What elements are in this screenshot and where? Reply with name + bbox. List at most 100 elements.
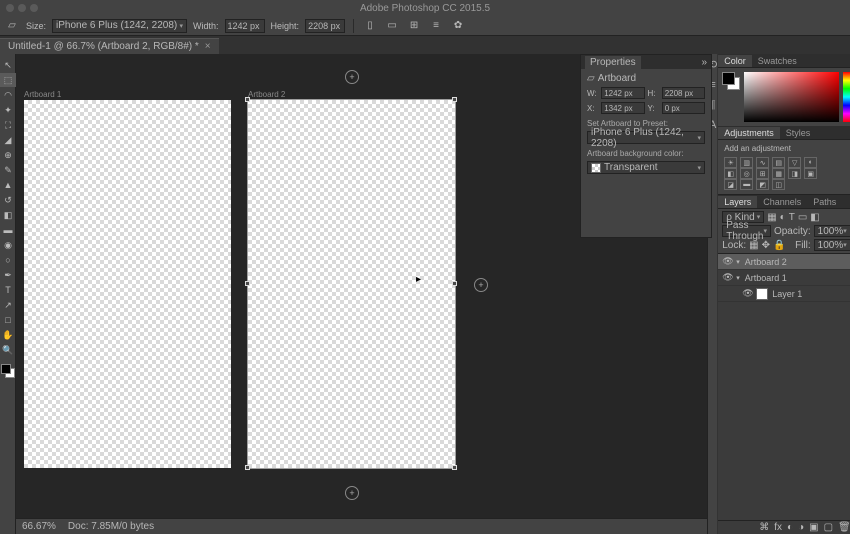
- swatches-tab[interactable]: Swatches: [752, 55, 803, 67]
- group-icon[interactable]: ▣: [809, 522, 818, 533]
- paths-tab[interactable]: Paths: [807, 196, 842, 208]
- y-input[interactable]: 0 px: [662, 102, 705, 114]
- path-select-tool[interactable]: ↗: [0, 298, 16, 312]
- dodge-tool[interactable]: ○: [0, 253, 16, 267]
- lock-pixels-icon[interactable]: ▦: [749, 240, 758, 251]
- fill-input[interactable]: 100%: [814, 239, 850, 251]
- new-layer-icon[interactable]: ▢: [824, 522, 833, 533]
- curves-adj-icon[interactable]: ∿: [756, 157, 769, 168]
- history-brush-tool[interactable]: ↺: [0, 193, 16, 207]
- artboard-handle[interactable]: [245, 281, 250, 286]
- foreground-color-swatch[interactable]: [1, 364, 11, 374]
- artboard-tool-icon[interactable]: ▱: [4, 18, 20, 34]
- chevron-down-icon[interactable]: ▾: [736, 258, 740, 266]
- gradient-map-adj-icon[interactable]: ▬: [740, 179, 753, 190]
- hand-tool[interactable]: ✋: [0, 328, 16, 342]
- chevron-down-icon[interactable]: ▾: [736, 274, 740, 282]
- move-tool[interactable]: ↖: [0, 58, 16, 72]
- hue-slider[interactable]: [843, 72, 850, 122]
- orientation-portrait-icon[interactable]: ▯: [362, 18, 378, 34]
- preset-select[interactable]: iPhone 6 Plus (1242, 2208): [587, 131, 705, 144]
- adjustments-tab[interactable]: Adjustments: [718, 127, 780, 139]
- minimize-window-button[interactable]: [18, 4, 26, 12]
- gradient-tool[interactable]: ▬: [0, 223, 16, 237]
- close-window-button[interactable]: [6, 4, 14, 12]
- filter-shape-icon[interactable]: ▭: [798, 212, 807, 223]
- invert-adj-icon[interactable]: ◨: [788, 168, 801, 179]
- hue-adj-icon[interactable]: ◐: [804, 157, 817, 168]
- healing-tool[interactable]: ⊕: [0, 148, 16, 162]
- layer-artboard2[interactable]: 👁 ▾ Artboard 2: [718, 254, 850, 270]
- size-preset-select[interactable]: iPhone 6 Plus (1242, 2208): [52, 19, 187, 33]
- photo-filter-adj-icon[interactable]: ◎: [740, 168, 753, 179]
- w-input[interactable]: 1242 px: [601, 87, 644, 99]
- eraser-tool[interactable]: ◧: [0, 208, 16, 222]
- visibility-toggle-icon[interactable]: 👁: [722, 272, 732, 283]
- artboard-handle[interactable]: [452, 281, 457, 286]
- levels-adj-icon[interactable]: ▥: [740, 157, 753, 168]
- stamp-tool[interactable]: ▲: [0, 178, 16, 192]
- filter-type-icon[interactable]: T: [789, 212, 795, 223]
- zoom-tool[interactable]: 🔍: [0, 343, 16, 357]
- vibrance-adj-icon[interactable]: ▽: [788, 157, 801, 168]
- mask-icon[interactable]: ◐: [787, 522, 793, 533]
- filter-pixel-icon[interactable]: ▦: [767, 212, 776, 223]
- lasso-tool[interactable]: ◠: [0, 88, 16, 102]
- properties-tab[interactable]: Properties: [585, 56, 641, 69]
- artboard1-label[interactable]: Artboard 1: [24, 90, 61, 99]
- document-tab[interactable]: Untitled-1 @ 66.7% (Artboard 2, RGB/8#) …: [0, 38, 219, 54]
- maximize-window-button[interactable]: [30, 4, 38, 12]
- trash-icon[interactable]: 🗑: [838, 522, 850, 533]
- adj-icon[interactable]: ◫: [772, 179, 785, 190]
- channel-mixer-adj-icon[interactable]: ⊞: [756, 168, 769, 179]
- artboard-handle[interactable]: [245, 465, 250, 470]
- crop-tool[interactable]: ⛶: [0, 118, 16, 132]
- artboard-handle[interactable]: [452, 465, 457, 470]
- posterize-adj-icon[interactable]: ▣: [804, 168, 817, 179]
- add-artboard-bottom[interactable]: +: [345, 486, 359, 500]
- zoom-level[interactable]: 66.67%: [22, 521, 56, 532]
- bw-adj-icon[interactable]: ◧: [724, 168, 737, 179]
- lock-all-icon[interactable]: 🔒: [773, 240, 785, 251]
- orientation-landscape-icon[interactable]: ▭: [384, 18, 400, 34]
- adjustment-layer-icon[interactable]: ◑: [798, 522, 804, 533]
- add-artboard-icon[interactable]: ⊞: [406, 18, 422, 34]
- artboard-handle[interactable]: [245, 97, 250, 102]
- magic-wand-tool[interactable]: ✦: [0, 103, 16, 117]
- selective-color-adj-icon[interactable]: ◩: [756, 179, 769, 190]
- blend-mode-select[interactable]: Pass Through: [722, 225, 771, 237]
- color-field[interactable]: [744, 72, 839, 122]
- channels-tab[interactable]: Channels: [757, 196, 807, 208]
- h-input[interactable]: 2208 px: [662, 87, 705, 99]
- layer-thumb[interactable]: [756, 288, 768, 300]
- brightness-adj-icon[interactable]: ☀: [724, 157, 737, 168]
- bg-select[interactable]: Transparent: [587, 161, 705, 174]
- lock-position-icon[interactable]: ✥: [762, 240, 770, 251]
- width-input[interactable]: 1242 px: [225, 19, 265, 33]
- layer-artboard1[interactable]: 👁 ▾ Artboard 1: [718, 270, 850, 286]
- x-input[interactable]: 1342 px: [601, 102, 644, 114]
- link-layers-icon[interactable]: ⌘: [759, 522, 769, 533]
- opacity-input[interactable]: 100%: [814, 225, 850, 237]
- type-tool[interactable]: T: [0, 283, 16, 297]
- visibility-toggle-icon[interactable]: 👁: [742, 288, 752, 299]
- layers-tab[interactable]: Layers: [718, 196, 757, 208]
- panel-collapse-icon[interactable]: »: [701, 57, 707, 68]
- height-input[interactable]: 2208 px: [305, 19, 345, 33]
- brush-tool[interactable]: ✎: [0, 163, 16, 177]
- artboard2-label[interactable]: Artboard 2: [248, 90, 285, 99]
- color-panel-swatch[interactable]: [722, 72, 740, 90]
- blur-tool[interactable]: ◉: [0, 238, 16, 252]
- close-tab-icon[interactable]: ×: [205, 41, 211, 52]
- add-artboard-right[interactable]: +: [474, 278, 488, 292]
- artboard-1[interactable]: [24, 100, 231, 468]
- artboard-2[interactable]: [248, 100, 455, 468]
- pen-tool[interactable]: ✒: [0, 268, 16, 282]
- color-lookup-adj-icon[interactable]: ▦: [772, 168, 785, 179]
- properties-panel[interactable]: Properties » ▱ Artboard W: 1242 px H: 22…: [580, 54, 712, 238]
- shape-tool[interactable]: □: [0, 313, 16, 327]
- filter-smart-icon[interactable]: ◧: [810, 212, 819, 223]
- add-artboard-top[interactable]: +: [345, 70, 359, 84]
- threshold-adj-icon[interactable]: ◪: [724, 179, 737, 190]
- doc-size[interactable]: Doc: 7.85M/0 bytes: [68, 521, 154, 532]
